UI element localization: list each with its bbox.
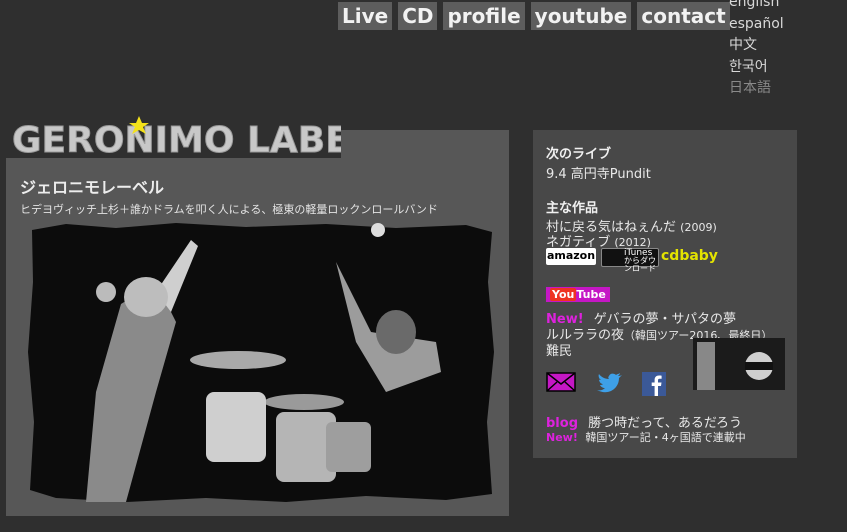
video-3[interactable]: 難民 <box>546 340 572 359</box>
site-logo[interactable]: GERONIMO LABEL <box>6 108 341 160</box>
video-thumbnail[interactable] <box>693 338 785 390</box>
youtube-badge[interactable]: You Tube <box>546 287 610 302</box>
blog-new-label: New! <box>546 431 578 444</box>
top-nav: Live CD profile youtube contact <box>338 2 730 30</box>
nav-live[interactable]: Live <box>338 2 393 30</box>
lang-japanese: 日本語 <box>729 80 771 96</box>
nav-profile[interactable]: profile <box>443 2 525 30</box>
main-card: ジェロニモレーベル ヒデヨヴィッチ上杉＋誰かドラムを叩く人による、極東の軽量ロッ… <box>6 130 509 516</box>
blog-note[interactable]: New! 韓国ツアー記・4ヶ国語で連載中 <box>546 429 746 445</box>
band-description: ヒデヨヴィッチ上杉＋誰かドラムを叩く人による、極東の軽量ロックンロールバンド <box>20 203 438 216</box>
lang-english[interactable]: english <box>729 0 784 14</box>
lang-korean[interactable]: 한국어 <box>729 57 784 79</box>
nav-contact[interactable]: contact <box>637 2 730 30</box>
language-menu: english español 中文 한국어 日本語 <box>729 0 784 100</box>
cdbaby-button[interactable]: cdbaby <box>661 248 725 265</box>
lang-chinese[interactable]: 中文 <box>729 35 784 57</box>
nav-cd[interactable]: CD <box>398 2 438 30</box>
facebook-icon[interactable] <box>642 372 666 396</box>
mail-icon[interactable] <box>546 372 576 392</box>
live-heading: 次のライブ <box>546 147 612 162</box>
amazon-button[interactable]: amazon <box>546 248 596 265</box>
live-info[interactable]: 9.4 高円寺Pundit <box>546 163 651 182</box>
lang-spanish[interactable]: español <box>729 14 784 36</box>
twitter-icon[interactable] <box>597 372 623 394</box>
works-heading: 主な作品 <box>546 201 599 216</box>
work-1-year: (2009) <box>680 221 717 234</box>
logo-text: GERONIMO LABEL <box>12 120 341 160</box>
side-card: 次のライブ 9.4 高円寺Pundit 主な作品 村に戻る気はねぇんだ (200… <box>533 130 797 458</box>
band-title: ジェロニモレーベル <box>20 178 165 197</box>
nav-youtube[interactable]: youtube <box>530 2 632 30</box>
band-photo <box>28 223 494 502</box>
itunes-button[interactable]: iTunes からダウンロード <box>601 248 659 273</box>
